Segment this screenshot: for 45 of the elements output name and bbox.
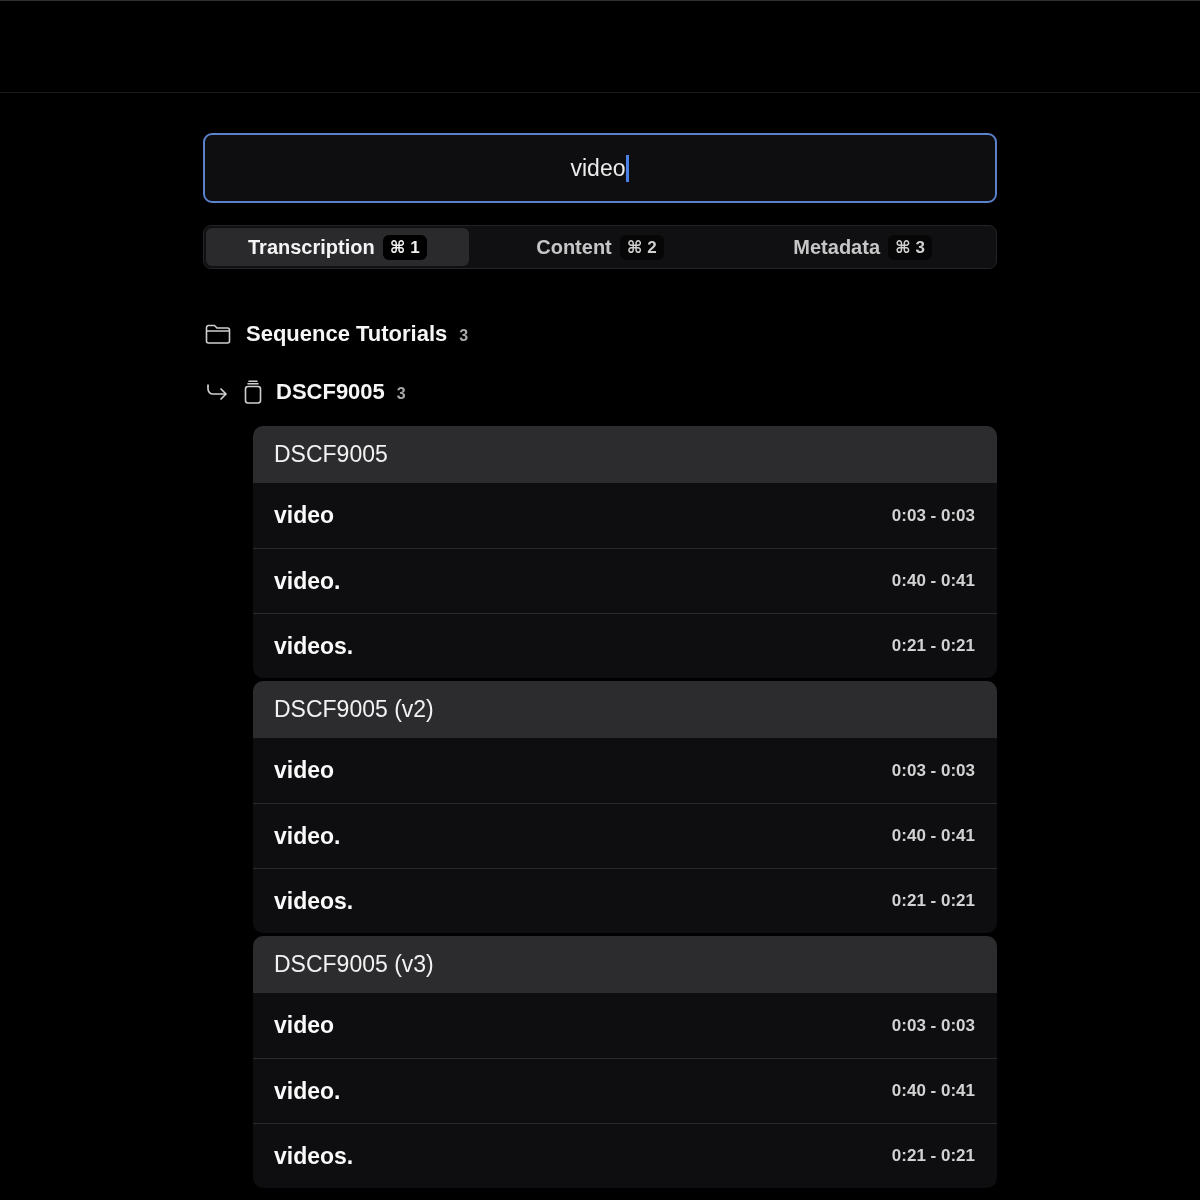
search-scope-tab[interactable]: Metadata ⌘ 3	[731, 228, 994, 266]
result-text: video	[274, 502, 335, 529]
text-cursor-icon	[626, 154, 630, 182]
result-row[interactable]: video. 0:40 - 0:41	[253, 803, 997, 868]
group-header: DSCF9005 (v3)	[253, 936, 997, 993]
shortcut-key: ⌘ 3	[888, 234, 932, 260]
search-scope-tab[interactable]: Content ⌘ 2	[468, 228, 732, 266]
return-arrow-icon	[206, 384, 228, 400]
result-row[interactable]: video 0:03 - 0:03	[253, 483, 997, 548]
group-header: DSCF9005 (v2)	[253, 681, 997, 738]
result-text: video	[274, 1012, 335, 1039]
time-range: 0:21 - 0:21	[891, 1146, 975, 1166]
item-count: 3	[459, 326, 469, 345]
search-field[interactable]: video	[203, 133, 997, 203]
result-text: videos.	[274, 632, 354, 660]
search-scope-tab[interactable]: Transcription ⌘ 1	[206, 228, 469, 266]
folder-icon	[205, 324, 231, 344]
result-row[interactable]: videos. 0:21 - 0:21	[253, 868, 997, 933]
time-range: 0:40 - 0:41	[891, 826, 975, 846]
result-text: video	[274, 757, 335, 784]
time-range: 0:03 - 0:03	[891, 505, 975, 526]
shortcut-key: ⌘ 1	[382, 234, 427, 260]
time-range: 0:21 - 0:21	[891, 891, 975, 911]
result-text: videos.	[274, 1142, 354, 1170]
result-row[interactable]: video 0:03 - 0:03	[253, 993, 997, 1058]
result-row[interactable]: videos. 0:21 - 0:21	[253, 613, 997, 678]
item-count: 3	[396, 384, 406, 403]
time-range: 0:03 - 0:03	[891, 1015, 975, 1036]
time-range: 0:40 - 0:41	[891, 571, 975, 591]
group-header: DSCF9005	[253, 426, 997, 483]
result-row[interactable]: videos. 0:21 - 0:21	[253, 1123, 997, 1188]
time-range: 0:21 - 0:21	[891, 636, 975, 656]
result-row[interactable]: video 0:03 - 0:03	[253, 738, 997, 803]
time-range: 0:40 - 0:41	[891, 1081, 975, 1101]
shortcut-key: ⌘ 2	[619, 234, 664, 260]
result-row[interactable]: video. 0:40 - 0:41	[253, 1058, 997, 1123]
time-range: 0:03 - 0:03	[891, 760, 975, 781]
result-text: video.	[274, 822, 341, 850]
clip-name[interactable]: DSCF9005	[276, 379, 385, 405]
result-row[interactable]: video. 0:40 - 0:41	[253, 548, 997, 613]
result-text: videos.	[274, 887, 354, 915]
canister-icon	[243, 380, 263, 404]
result-text: video.	[274, 1077, 341, 1105]
folder-name[interactable]: Sequence Tutorials	[246, 321, 448, 347]
result-text: video.	[274, 567, 341, 595]
